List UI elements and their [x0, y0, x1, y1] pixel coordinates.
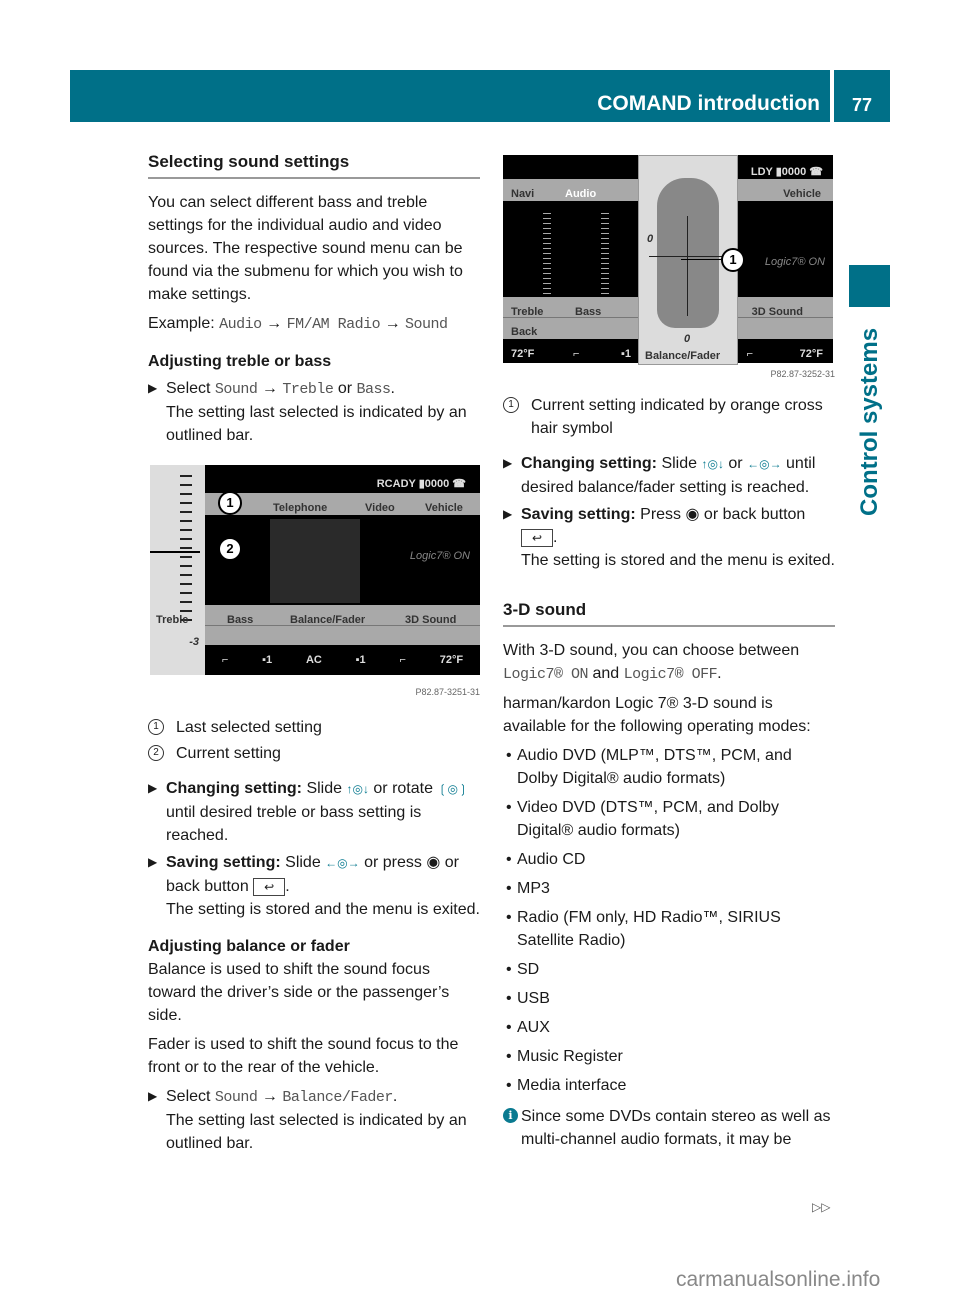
back-button-icon: ↩ — [521, 528, 553, 547]
menu-balance-fader: Balance/Fader — [290, 614, 366, 626]
continue-icon: ▷▷ — [812, 1200, 831, 1214]
sound-menu: Bass Balance/Fader 3D Sound — [205, 605, 480, 645]
figure-code: P82.87-3251-31 — [415, 687, 480, 697]
logic7-status: Logic7® ON — [764, 256, 825, 268]
list-item: Media interface — [503, 1074, 835, 1097]
menu-path-item: FM/AM Radio — [286, 316, 381, 333]
side-tab-marker — [849, 265, 890, 307]
step-changing-setting: ▶ Changing setting: Slide ↑◎↓ or ←◎→ unt… — [503, 452, 835, 499]
side-tab-label: Control systems — [856, 327, 883, 516]
choose-paragraph: With 3-D sound, you can choose between L… — [503, 642, 800, 683]
slide-left-right-icon: ←◎→ — [325, 856, 360, 870]
menu-3d-sound: 3D Sound — [405, 614, 457, 626]
subheading-balance-fader: Adjusting balance or fader — [148, 938, 350, 955]
crosshair-vertical — [687, 216, 688, 316]
harman-kardon-paragraph: harman/kardon Logic 7® 3-D sound is avai… — [503, 695, 811, 735]
step-triangle-icon: ▶ — [503, 456, 513, 470]
slide-up-down-icon: ↑◎↓ — [701, 457, 724, 471]
back-button-icon: ↩ — [253, 877, 286, 896]
side-tab: Control systems — [852, 316, 888, 516]
watermark: carmanualsonline.info — [676, 1268, 881, 1291]
step-triangle-icon: ▶ — [503, 507, 513, 521]
balance-paragraph: Balance is used to shift the sound focus… — [148, 961, 450, 1024]
tab-telephone: Telephone — [273, 502, 328, 514]
list-item: AUX — [503, 1016, 835, 1039]
callout-1: 1 — [218, 491, 242, 515]
legend-item: 1 Current setting indicated by orange cr… — [503, 394, 835, 440]
menu-3d-sound: 3D Sound — [751, 306, 803, 318]
left-column: Selecting sound settings You can select … — [148, 150, 480, 1155]
tab-vehicle: Vehicle — [783, 188, 821, 200]
step-saving-setting: ▶ Saving setting: Press ◉ or back button… — [503, 503, 835, 572]
step-triangle-icon: ▶ — [148, 781, 158, 795]
menu-bass: Bass — [575, 306, 602, 318]
mode-list: Audio DVD (MLP™, DTS™, PCM, and Dolby Di… — [503, 744, 835, 1097]
bass-scale — [601, 213, 609, 295]
tab-bar: Telephone Video Vehicle — [205, 493, 480, 515]
tab-video: Video — [365, 502, 395, 514]
intro-paragraph: You can select different bass and treble… — [148, 194, 463, 303]
tab-navi: Navi — [511, 188, 535, 200]
fader-paragraph: Fader is used to shift the sound focus t… — [148, 1036, 459, 1076]
list-item: MP3 — [503, 877, 835, 900]
tab-vehicle: Vehicle — [425, 502, 463, 514]
legend-item: 1 Last selected setting — [148, 716, 480, 739]
menu-path-item: Audio — [219, 316, 262, 333]
tab-audio: Audio — [565, 188, 597, 200]
example-line: Example: Audio → FM/AM Radio → Sound — [148, 315, 448, 333]
climate-bar: ⌐ ▪1 AC ▪1 ⌐ 72°F — [221, 654, 464, 666]
step-changing-setting: ▶ Changing setting: Slide ↑◎↓ or rotate … — [148, 777, 480, 847]
list-item: Audio CD — [503, 848, 835, 871]
header-bar: COMAND introduction — [70, 70, 830, 122]
list-item: Video DVD (DTS™, PCM, and Dolby Digital®… — [503, 796, 835, 842]
arrow-right-icon: → — [261, 1088, 278, 1105]
slide-left-right-icon: ←◎→ — [747, 457, 782, 471]
current-setting-line — [150, 551, 200, 553]
info-icon: i — [503, 1108, 518, 1123]
list-item: Music Register — [503, 1045, 835, 1068]
section-title: COMAND introduction — [597, 92, 820, 115]
slide-up-down-icon: ↑◎↓ — [346, 782, 369, 796]
list-item: Radio (FM only, HD Radio™, SIRIUS Satell… — [503, 906, 835, 952]
step-triangle-icon: ▶ — [148, 381, 158, 395]
menu-bass: Bass — [227, 614, 254, 626]
list-item: Audio DVD (MLP™, DTS™, PCM, and Dolby Di… — [503, 744, 835, 790]
popup-label: Balance/Fader — [645, 350, 721, 362]
list-item: USB — [503, 987, 835, 1010]
crosshair-horizontal — [649, 256, 729, 257]
callout-1: 1 — [721, 248, 745, 272]
step-triangle-icon: ▶ — [148, 855, 158, 869]
press-controller-icon: ◉ — [426, 854, 441, 871]
car-top-view-image — [657, 178, 719, 328]
callout-2: 2 — [218, 537, 242, 561]
step-select-treble-bass: ▶ Select Sound → Treble or Bass. The set… — [148, 377, 480, 447]
treble-scale — [543, 213, 551, 295]
menu-path-item: Sound — [405, 316, 448, 333]
arrow-right-icon: → — [266, 315, 283, 332]
header-divider — [832, 70, 833, 122]
arrow-right-icon: → — [384, 315, 401, 332]
right-column: LDY ▮0000 ☎ Navi Audio Vehicle Logic7® O… — [503, 150, 835, 1151]
list-item: SD — [503, 958, 835, 981]
treble-scale — [180, 475, 192, 625]
menu-back: Back — [511, 326, 538, 338]
screen-figure-treble-bass: Treble -3 RCADY ▮0000 ☎ Telephone Video … — [150, 465, 480, 675]
rotate-controller-icon: ❲◎❳ — [437, 782, 469, 796]
page-number: 77 — [834, 70, 890, 122]
subheading-treble-bass: Adjusting treble or bass — [148, 353, 332, 370]
car-interior-image — [270, 519, 360, 603]
logic7-status: Logic7® ON — [409, 550, 470, 562]
section-heading: Selecting sound settings — [148, 150, 480, 179]
info-note: i Since some DVDs contain stereo as well… — [503, 1105, 835, 1151]
legend-item: 2 Current setting — [148, 742, 480, 765]
press-controller-icon: ◉ — [685, 506, 700, 523]
step-select-balance-fader: ▶ Select Sound → Balance/Fader. The sett… — [148, 1085, 480, 1155]
arrow-right-icon: → — [261, 380, 278, 397]
step-saving-setting: ▶ Saving setting: Slide ←◎→ or press ◉ o… — [148, 851, 480, 921]
step-triangle-icon: ▶ — [148, 1089, 158, 1103]
screen-figure-balance-fader: LDY ▮0000 ☎ Navi Audio Vehicle Logic7® O… — [503, 155, 833, 365]
section-heading-3d-sound: 3-D sound — [503, 598, 835, 627]
treble-scale-panel: Treble -3 — [150, 465, 205, 675]
